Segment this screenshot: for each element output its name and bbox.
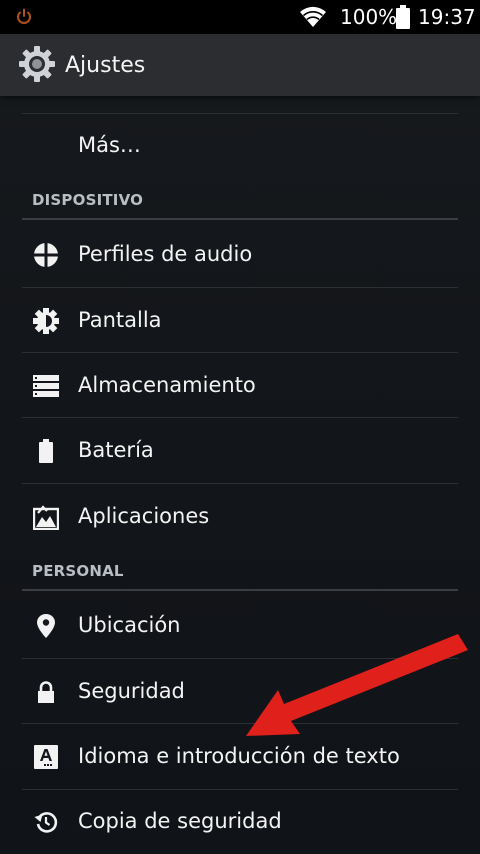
settings-item-backup[interactable]: Copia de seguridad — [0, 790, 480, 854]
settings-item-applications[interactable]: Aplicaciones — [0, 485, 480, 549]
section-divider — [22, 589, 458, 591]
settings-item-label: Aplicaciones — [78, 504, 210, 528]
display-brightness-icon — [33, 308, 59, 334]
settings-item-label: Seguridad — [78, 679, 185, 703]
status-bar: 100% 19:37 — [0, 0, 480, 34]
wifi-icon — [300, 6, 326, 27]
settings-item-label: Almacenamiento — [78, 373, 256, 397]
apps-icon — [33, 505, 59, 530]
action-bar: Ajustes — [0, 34, 480, 96]
settings-item-battery[interactable]: Batería — [0, 419, 480, 483]
settings-item-label: Perfiles de audio — [78, 242, 253, 266]
backup-restore-icon — [34, 812, 58, 833]
audio-profiles-icon — [33, 242, 59, 268]
battery-status-icon — [396, 5, 410, 29]
settings-item-label: Batería — [78, 438, 154, 462]
language-keyboard-icon — [34, 745, 58, 769]
battery-percentage: 100% — [340, 5, 398, 29]
list-divider — [22, 483, 458, 484]
annotation-arrow-icon — [246, 634, 468, 736]
list-divider — [22, 287, 458, 288]
settings-item-audio-profiles[interactable]: Perfiles de audio — [0, 223, 480, 287]
settings-item-label: Más… — [78, 133, 141, 157]
clock: 19:37 — [418, 5, 476, 29]
list-divider — [22, 417, 458, 418]
section-divider — [22, 218, 458, 220]
settings-item-more[interactable]: Más… — [0, 114, 480, 178]
page-title: Ajustes — [65, 53, 146, 78]
settings-item-label: Idioma e introducción de texto — [78, 744, 400, 768]
section-header-device: DISPOSITIVO — [32, 191, 144, 209]
battery-icon — [39, 439, 53, 463]
settings-item-label: Pantalla — [78, 308, 162, 332]
location-pin-icon — [37, 614, 55, 638]
settings-gear-icon[interactable] — [18, 45, 56, 83]
settings-item-display[interactable]: Pantalla — [0, 289, 480, 353]
settings-item-storage[interactable]: Almacenamiento — [0, 354, 480, 418]
lock-icon — [38, 681, 54, 703]
list-divider — [22, 352, 458, 353]
section-header-personal: PERSONAL — [32, 562, 124, 580]
storage-icon — [33, 375, 59, 397]
settings-item-label: Ubicación — [78, 613, 181, 637]
power-icon — [17, 8, 31, 24]
settings-item-label: Copia de seguridad — [78, 809, 282, 833]
